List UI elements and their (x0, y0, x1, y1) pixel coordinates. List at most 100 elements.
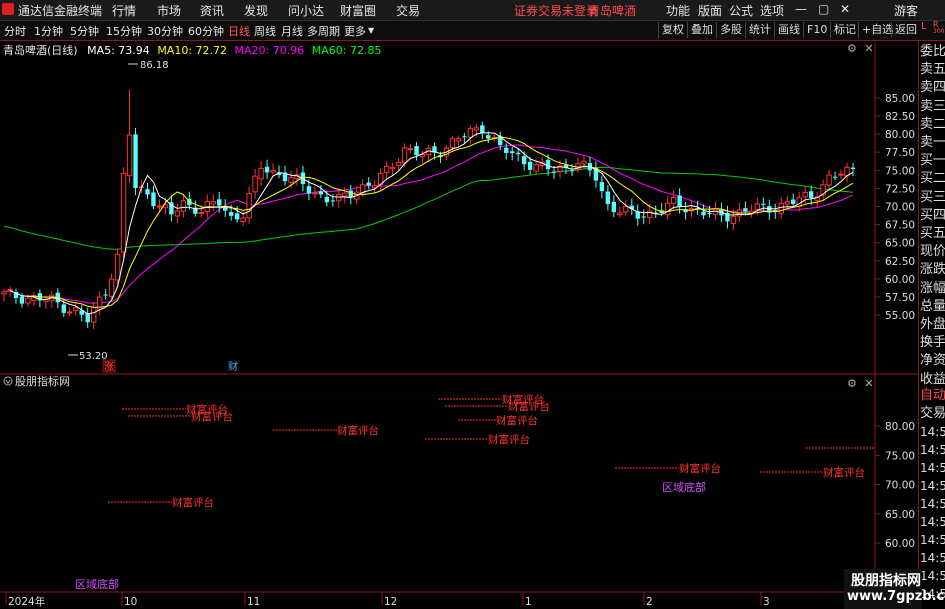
candle-body-down (151, 192, 156, 207)
menu-jiaoyi[interactable]: 交易 (396, 2, 420, 19)
chart-panel-controls: ⚙ ✕ (847, 42, 874, 55)
fuquan-button[interactable]: 复权 (658, 22, 687, 38)
signal-label: 财富评台 (488, 433, 530, 446)
sidebar-field: 买三 (920, 189, 945, 205)
panel-close-icon[interactable]: ✕ (864, 42, 873, 55)
candle-body-down (462, 136, 467, 138)
indicator-close-icon[interactable]: ✕ (864, 377, 873, 390)
period-15min[interactable]: 15分钟 (106, 23, 142, 39)
zone-bottom-1: 区域底部 (662, 480, 706, 494)
candle-body-up (395, 161, 402, 166)
candle-body-up (258, 167, 264, 180)
app-title: 通达信金融终端 (18, 4, 103, 18)
period-5min[interactable]: 5分钟 (70, 23, 99, 39)
app-logo-icon (2, 3, 14, 15)
candle-body-up (288, 177, 294, 183)
time-label: 3 (763, 596, 770, 608)
price-tick: 77.50 (885, 147, 915, 159)
period-monthly[interactable]: 月线 (281, 23, 303, 39)
sidebar-badge-L[interactable]: L (921, 21, 927, 32)
period-daily[interactable]: 日线 (228, 23, 250, 39)
biaoji-button[interactable]: 标记 (830, 22, 859, 38)
f10-button[interactable]: F10 (803, 22, 830, 38)
candle-body-up (419, 154, 426, 158)
period-60min[interactable]: 60分钟 (188, 23, 224, 39)
price-tick: 67.50 (885, 220, 915, 232)
period-30min[interactable]: 30分钟 (147, 23, 183, 39)
menu-faxian[interactable]: 发现 (244, 2, 268, 19)
candle-body-down (677, 195, 682, 207)
menu-wenxiaoda[interactable]: 问小达 (288, 2, 324, 19)
guest-label[interactable]: 游客 (894, 2, 918, 19)
signal-label: 财富评台 (823, 466, 865, 479)
period-more[interactable]: 更多 (344, 23, 366, 39)
menu-hangqing[interactable]: 行情 (112, 2, 136, 19)
price-tick: 62.50 (885, 256, 915, 268)
indicator-title[interactable]: 股朋指标网 (3, 374, 70, 388)
zone-bottom-2: 区域底部 (75, 577, 119, 591)
candle-body-up (754, 203, 761, 210)
price-tick: 65.00 (885, 238, 915, 250)
menu-banmian[interactable]: 版面 (698, 2, 722, 19)
minimize-button[interactable]: — (795, 2, 807, 16)
candle-body-down (61, 304, 66, 313)
price-tick: 82.50 (885, 111, 915, 123)
high-label: 86.18 (140, 60, 169, 71)
candlesticks (1, 89, 856, 330)
candle-body-down (641, 216, 646, 218)
indicator-tick: 80.00 (885, 421, 915, 433)
back-button[interactable]: 返回 (891, 22, 920, 38)
menu-gongshi[interactable]: 公式 (729, 2, 753, 19)
candle-body-up (67, 311, 73, 314)
candle-body-up (174, 210, 181, 217)
indicator-settings-gear-icon[interactable]: ⚙ (847, 377, 857, 390)
time-label: 2024年 (8, 595, 45, 608)
close-button[interactable]: ✕ (840, 2, 850, 16)
sidebar-field: 卖二 (920, 116, 945, 132)
kline-chart[interactable]: 85.00 82.50 80.00 77.50 75.00 72.50 70.00 67.50… (0, 41, 918, 609)
price-tick: 75.00 (885, 165, 915, 177)
period-multi[interactable]: 多周期 (307, 23, 340, 39)
candle-body-up (664, 202, 671, 216)
candle-body-down (486, 135, 491, 139)
login-notice[interactable]: 证券交易未登录 (514, 2, 598, 19)
candle-body-down (145, 189, 150, 195)
sidebar-auto[interactable]: 自动 (920, 387, 945, 405)
period-fenshi[interactable]: 分时 (4, 23, 26, 39)
duogu-button[interactable]: 多股 (716, 22, 745, 38)
price-axis: 85.00 82.50 80.00 77.50 75.00 72.50 70.00 67.50… (875, 93, 915, 322)
chart-legend: 青岛啤酒(日线) MA5: 73.94 MA10: 72.72 MA20: 70… (3, 42, 381, 58)
menu-caifuquan[interactable]: 财富圈 (340, 2, 376, 19)
candle-body-up (1, 291, 7, 295)
period-1min[interactable]: 1分钟 (34, 23, 63, 39)
menu-gongneng[interactable]: 功能 (666, 2, 690, 19)
menu-xuanxiang[interactable]: 选项 (760, 2, 784, 19)
more-chevron-icon[interactable]: ▼ (368, 26, 374, 35)
huaxian-button[interactable]: 画线 (774, 22, 803, 38)
time-axis: 2024年 10 11 12 1 2 3 (0, 591, 875, 608)
candle-body-up (114, 253, 121, 281)
tongji-button[interactable]: 统计 (745, 22, 774, 38)
sidebar-field: 涨跌 (920, 262, 945, 278)
sidebar-trade[interactable]: 交易 (920, 405, 945, 423)
diejia-button[interactable]: 叠加 (687, 22, 716, 38)
cai-marker[interactable]: 财 (228, 360, 238, 373)
restore-button[interactable]: ▢ (818, 2, 829, 16)
legend-ma5: MA5: 73.94 (87, 44, 150, 57)
sidebar-time: 14:56 (920, 497, 945, 511)
sidebar-time: 14:56 (920, 569, 945, 583)
indicator-tick: 70.00 (885, 480, 915, 492)
menu-shichang[interactable]: 市场 (157, 2, 181, 19)
candle-body-up (670, 196, 677, 204)
menu-zixun[interactable]: 资讯 (200, 2, 224, 19)
price-tick: 85.00 (885, 93, 915, 105)
low-annotation: 53.20 (68, 351, 108, 362)
watermark-line2: www.7gpzb.com (847, 589, 945, 604)
zhang-marker[interactable]: 涨 (102, 359, 116, 373)
period-weekly[interactable]: 周线 (254, 23, 276, 39)
settings-gear-icon[interactable]: ⚙ (847, 42, 857, 55)
sidebar-field: 外盘 (920, 317, 945, 332)
indicator-signals: 财富评台财富评台财富评台财富评台财富评台财富评台财富评台财富评台财富评台 财富评台 (108, 393, 875, 509)
sidebar-field: 现价 (920, 244, 945, 260)
candle-body-up (270, 169, 276, 173)
